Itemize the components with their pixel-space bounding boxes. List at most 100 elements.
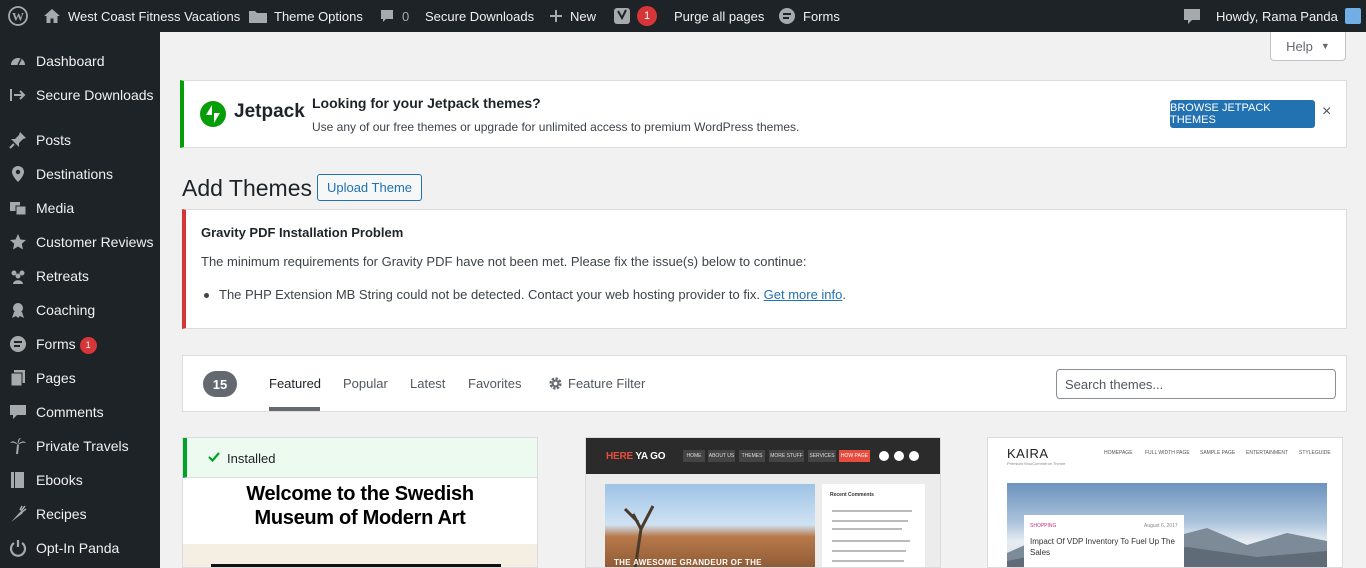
tab-featured[interactable]: Featured	[269, 376, 321, 391]
media-icon	[9, 199, 27, 217]
sidebar-item-label: Opt-In Panda	[36, 540, 120, 556]
yoast-menu[interactable]: 1	[613, 0, 657, 32]
secure-downloads-link[interactable]: Secure Downloads	[425, 0, 534, 32]
get-more-info-link[interactable]: Get more info	[764, 287, 843, 302]
sidebar-item-ebooks[interactable]: Ebooks	[0, 463, 160, 497]
theme-card-kaira[interactable]: KAIRA Premium WooCommerce Theme HOMEPAGE…	[987, 437, 1343, 568]
wordpress-logo-icon[interactable]: W	[8, 0, 28, 32]
theme-options-link[interactable]: Theme Options	[248, 0, 363, 32]
gravity-forms-icon	[778, 7, 796, 25]
forms-label: Forms	[803, 8, 840, 24]
notifications-icon[interactable]	[1183, 0, 1201, 32]
pages-icon	[9, 369, 27, 387]
svg-text:W: W	[12, 10, 24, 24]
sidebar-item-dashboard[interactable]: Dashboard	[0, 44, 160, 78]
active-tab-indicator	[269, 407, 320, 411]
forms-link[interactable]: Forms	[778, 0, 840, 32]
comment-bubble-icon	[379, 8, 395, 24]
feature-filter-button[interactable]: Feature Filter	[548, 376, 645, 394]
preview-nav-item: STYLEGUIDE	[1299, 450, 1331, 456]
theme-options-label: Theme Options	[274, 8, 363, 24]
help-tab-button[interactable]: Help ▼	[1270, 32, 1346, 61]
upload-theme-button[interactable]: Upload Theme	[317, 174, 422, 201]
browse-jetpack-themes-button[interactable]: BROWSE JETPACK THEMES	[1170, 100, 1315, 128]
theme-card-here-ya-go[interactable]: HERE YA GO HOME ABOUT US THEMES MORE STU…	[585, 437, 941, 568]
close-icon[interactable]: ×	[1322, 103, 1331, 121]
jetpack-logo-icon	[200, 101, 226, 130]
sidebar-item-label: Dashboard	[36, 53, 105, 69]
book-icon	[9, 471, 27, 489]
twitter-icon	[894, 451, 904, 461]
purge-all-pages-link[interactable]: Purge all pages	[674, 0, 764, 32]
theme-count-badge: 15	[203, 371, 237, 397]
theme-preview-title-line1: Welcome to the Swedish	[246, 483, 474, 505]
theme-preview-photo	[605, 484, 815, 567]
home-icon	[43, 8, 61, 24]
preview-post-title: Impact Of VDP Inventory To Fuel Up The S…	[1030, 537, 1175, 557]
search-themes-input[interactable]	[1056, 369, 1336, 399]
admin-sidebar: Dashboard Secure Downloads Posts Destina…	[0, 32, 160, 568]
new-content-link[interactable]: New	[548, 0, 596, 32]
preview-text-line	[832, 510, 912, 512]
notice-issue-item: The PHP Extension MB String could not be…	[219, 287, 847, 302]
installed-status-bar: Installed	[183, 438, 537, 478]
sidebar-item-label: Secure Downloads	[36, 87, 154, 103]
help-label: Help	[1286, 38, 1313, 54]
sidebar-item-private-travels[interactable]: Private Travels	[0, 429, 160, 463]
awards-icon	[9, 301, 27, 319]
checkmark-icon	[207, 450, 221, 464]
sidebar-item-media[interactable]: Media	[0, 191, 160, 225]
carrot-icon	[9, 505, 27, 523]
sidebar-item-opt-in-panda[interactable]: Opt-In Panda	[0, 531, 160, 565]
theme-preview-dark-bar	[211, 564, 501, 567]
logo-rest-text: YA GO	[632, 451, 666, 462]
sidebar-item-customer-reviews[interactable]: Customer Reviews	[0, 225, 160, 259]
yoast-count-badge: 1	[637, 6, 657, 26]
sidebar-item-label: Forms	[36, 336, 76, 352]
preview-post-category: SHOPPING	[1030, 523, 1057, 529]
sidebar-item-coaching[interactable]: Coaching	[0, 293, 160, 327]
gravity-pdf-error-notice: Gravity PDF Installation Problem The min…	[182, 209, 1347, 329]
instagram-icon	[909, 451, 919, 461]
comments-count: 0	[402, 8, 410, 24]
preview-nav-item: ABOUT US	[708, 450, 735, 462]
preview-nav-item: SAMPLE PAGE	[1200, 450, 1236, 456]
caret-down-icon: ▼	[1320, 41, 1330, 51]
sidebar-item-label: Pages	[36, 370, 76, 386]
sidebar-item-recipes[interactable]: Recipes	[0, 497, 160, 531]
site-name-link[interactable]: West Coast Fitness Vacations	[43, 0, 240, 32]
jetpack-notice-title: Looking for your Jetpack themes?	[312, 95, 541, 111]
sidebar-item-destinations[interactable]: Destinations	[0, 157, 160, 191]
comments-link[interactable]: 0	[379, 0, 409, 32]
preview-text-line	[832, 550, 906, 552]
preview-nav-item: FULL WIDTH PAGE	[1145, 450, 1190, 456]
tab-latest[interactable]: Latest	[410, 376, 445, 391]
sidebar-item-pages[interactable]: Pages	[0, 361, 160, 395]
sidebar-item-label: Posts	[36, 132, 72, 148]
user-account-menu[interactable]: Howdy, Rama Panda	[1216, 0, 1361, 32]
facebook-icon	[879, 451, 889, 461]
tab-favorites[interactable]: Favorites	[468, 376, 521, 391]
sidebar-item-posts[interactable]: Posts	[0, 123, 160, 157]
plus-icon	[548, 8, 564, 24]
star-icon	[9, 233, 27, 251]
notice-issue-text: The PHP Extension MB String could not be…	[219, 287, 760, 302]
theme-filter-bar: 15 Featured Popular Latest Favorites Fea…	[182, 355, 1347, 412]
theme-card-installed[interactable]: Installed Welcome to the Swedish Museum …	[182, 437, 538, 568]
sidebar-item-comments[interactable]: Comments	[0, 395, 160, 429]
groups-icon	[9, 267, 27, 285]
sidebar-item-retreats[interactable]: Retreats	[0, 259, 160, 293]
preview-text-line	[832, 560, 904, 562]
theme-preview-sidebar: Recent Comments	[822, 484, 925, 567]
preview-sidebar-title: Recent Comments	[830, 492, 874, 498]
sidebar-item-secure-downloads[interactable]: Secure Downloads	[0, 78, 160, 112]
palm-tree-icon	[9, 437, 27, 455]
theme-preview-logo: HERE YA GO	[606, 451, 666, 462]
tab-popular[interactable]: Popular	[343, 376, 388, 391]
comments-icon	[9, 403, 27, 421]
sidebar-item-label: Coaching	[36, 302, 96, 318]
bullet-icon	[204, 293, 209, 298]
sidebar-item-forms[interactable]: Forms 1	[0, 327, 160, 361]
theme-preview-photo-caption: THE AWESOME GRANDEUR OF THE	[614, 558, 762, 567]
sidebar-item-label: Customer Reviews	[36, 234, 154, 250]
